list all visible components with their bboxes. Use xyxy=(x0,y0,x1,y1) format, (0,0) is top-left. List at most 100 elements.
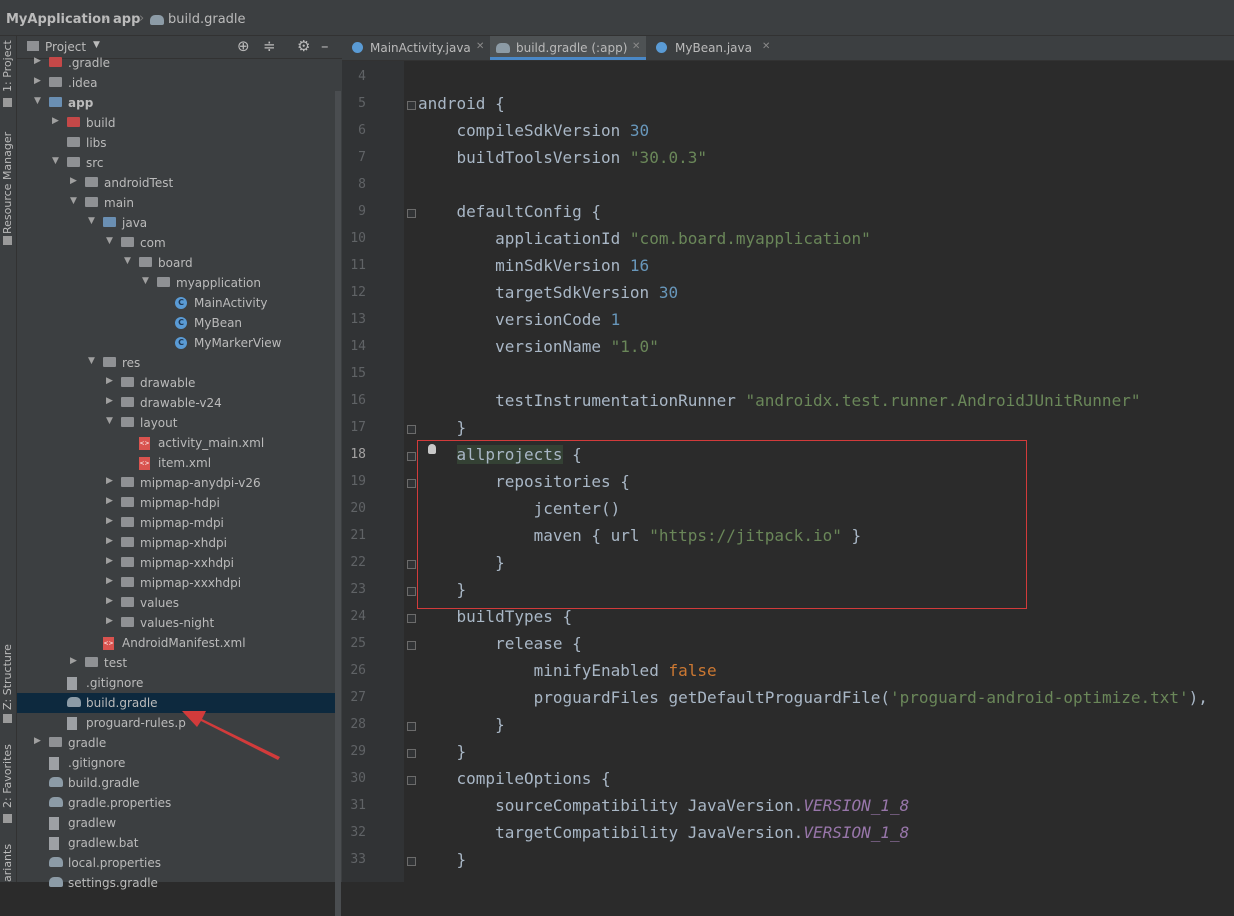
chevron-down-icon[interactable]: ▼ xyxy=(124,256,131,266)
tree-item[interactable]: proguard-rules.p xyxy=(17,713,335,733)
tree-item[interactable]: ▼ myapplication xyxy=(17,273,335,293)
tree-item[interactable]: gradlew xyxy=(17,813,335,833)
tree-item[interactable]: ▶ build xyxy=(17,113,335,133)
chevron-right-icon[interactable]: ▶ xyxy=(106,516,113,526)
fold-marker-icon[interactable] xyxy=(407,479,416,488)
tree-item[interactable]: ▶ gradle xyxy=(17,733,335,753)
tree-item[interactable]: gradle.properties xyxy=(17,793,335,813)
tab-my-bean[interactable]: MyBean.java ✕ xyxy=(650,36,775,60)
chevron-down-icon[interactable]: ▼ xyxy=(106,236,113,246)
tree-item[interactable]: C MainActivity xyxy=(17,293,335,313)
tree-item[interactable]: <> AndroidManifest.xml xyxy=(17,633,335,653)
chevron-right-icon[interactable]: ▶ xyxy=(70,176,77,186)
tree-item[interactable]: ▶ mipmap-anydpi-v26 xyxy=(17,473,335,493)
tree-item[interactable]: ▶ mipmap-xxhdpi xyxy=(17,553,335,573)
chevron-right-icon[interactable]: ▶ xyxy=(106,536,113,546)
tree-item[interactable]: ▼ src xyxy=(17,153,335,173)
chevron-right-icon[interactable]: ▶ xyxy=(106,576,113,586)
tree-item[interactable]: ▶ values xyxy=(17,593,335,613)
breadcrumb-module[interactable]: app xyxy=(113,12,140,27)
chevron-down-icon[interactable]: ▼ xyxy=(106,416,113,426)
tree-item[interactable]: ▶ test xyxy=(17,653,335,673)
fold-marker-icon[interactable] xyxy=(407,452,416,461)
tree-item[interactable]: ▼ main xyxy=(17,193,335,213)
tree-item[interactable]: ▶ mipmap-xhdpi xyxy=(17,533,335,553)
tree-item[interactable]: build.gradle xyxy=(17,693,335,713)
tree-item[interactable]: C MyBean xyxy=(17,313,335,333)
fold-marker-icon[interactable] xyxy=(407,587,416,596)
breadcrumb-file[interactable]: build.gradle xyxy=(168,12,246,27)
chevron-down-icon[interactable]: ▼ xyxy=(88,216,95,226)
tree-item-label: AndroidManifest.xml xyxy=(122,636,246,650)
breadcrumb-project[interactable]: MyApplication xyxy=(6,12,110,27)
tree-item[interactable]: C MyMarkerView xyxy=(17,333,335,353)
tree-scrollbar[interactable] xyxy=(335,91,341,916)
fold-marker-icon[interactable] xyxy=(407,857,416,866)
tree-item[interactable]: build.gradle xyxy=(17,773,335,793)
lightbulb-icon[interactable] xyxy=(428,444,436,454)
tree-item[interactable]: libs xyxy=(17,133,335,153)
chevron-right-icon[interactable]: ▶ xyxy=(106,556,113,566)
tree-item[interactable]: ▼ java xyxy=(17,213,335,233)
tree-item[interactable]: settings.gradle xyxy=(17,873,335,893)
fold-marker-icon[interactable] xyxy=(407,425,416,434)
tree-item[interactable]: ▼ board xyxy=(17,253,335,273)
chevron-right-icon[interactable]: ▶ xyxy=(106,616,113,626)
chevron-right-icon[interactable]: ▶ xyxy=(106,376,113,386)
chevron-down-icon[interactable]: ▼ xyxy=(34,96,41,106)
tool-window-favorites[interactable]: 2: Favorites xyxy=(0,744,16,808)
tree-item[interactable]: ▶ mipmap-xxxhdpi xyxy=(17,573,335,593)
tree-item-label: build.gradle xyxy=(68,776,140,790)
fold-marker-icon[interactable] xyxy=(407,209,416,218)
fold-marker-icon[interactable] xyxy=(407,749,416,758)
tree-item[interactable]: ▶ androidTest xyxy=(17,173,335,193)
chevron-down-icon[interactable]: ▼ xyxy=(93,40,100,50)
tree-item[interactable]: ▶ values-night xyxy=(17,613,335,633)
tree-item[interactable]: .gitignore xyxy=(17,753,335,773)
chevron-right-icon[interactable]: ▶ xyxy=(34,736,41,746)
tree-item[interactable]: ▼ app xyxy=(17,93,335,113)
tool-window-resource-manager[interactable]: Resource Manager xyxy=(0,132,16,234)
chevron-right-icon[interactable]: ▶ xyxy=(106,496,113,506)
tree-item[interactable]: ▶ drawable xyxy=(17,373,335,393)
tree-item[interactable]: <> activity_main.xml xyxy=(17,433,335,453)
close-icon[interactable]: ✕ xyxy=(762,41,770,52)
fold-marker-icon[interactable] xyxy=(407,614,416,623)
chevron-right-icon[interactable]: ▶ xyxy=(34,56,41,66)
chevron-down-icon[interactable]: ▼ xyxy=(142,276,149,286)
fold-marker-icon[interactable] xyxy=(407,722,416,731)
chevron-right-icon[interactable]: ▶ xyxy=(106,596,113,606)
tool-window-structure[interactable]: Z: Structure xyxy=(0,644,16,710)
tree-item[interactable]: ▶ mipmap-hdpi xyxy=(17,493,335,513)
tree-item[interactable]: gradlew.bat xyxy=(17,833,335,853)
fold-marker-icon[interactable] xyxy=(407,776,416,785)
tree-item[interactable]: ▶ .idea xyxy=(17,73,335,93)
chevron-down-icon[interactable]: ▼ xyxy=(70,196,77,206)
close-icon[interactable]: ✕ xyxy=(476,41,484,52)
chevron-down-icon[interactable]: ▼ xyxy=(52,156,59,166)
tool-window-build-variants[interactable]: ariants xyxy=(0,841,16,882)
chevron-right-icon[interactable]: ▶ xyxy=(106,476,113,486)
fold-marker-icon[interactable] xyxy=(407,560,416,569)
close-icon[interactable]: ✕ xyxy=(632,41,640,52)
fold-marker-icon[interactable] xyxy=(407,101,416,110)
tree-item[interactable]: ▼ res xyxy=(17,353,335,373)
tree-item[interactable]: <> item.xml xyxy=(17,453,335,473)
chevron-right-icon[interactable]: ▶ xyxy=(34,76,41,86)
fold-marker-icon[interactable] xyxy=(407,641,416,650)
tree-item[interactable]: ▼ com xyxy=(17,233,335,253)
chevron-right-icon[interactable]: ▶ xyxy=(52,116,59,126)
chevron-down-icon[interactable]: ▼ xyxy=(88,356,95,366)
tree-item[interactable]: .gitignore xyxy=(17,673,335,693)
chevron-right-icon[interactable]: ▶ xyxy=(106,396,113,406)
chevron-right-icon[interactable]: ▶ xyxy=(70,656,77,666)
tree-item[interactable]: ▶ mipmap-mdpi xyxy=(17,513,335,533)
project-view-selector[interactable]: Project xyxy=(45,40,86,54)
tree-item[interactable]: local.properties xyxy=(17,853,335,873)
tab-build-gradle[interactable]: build.gradle (:app) ✕ xyxy=(490,36,646,60)
tool-window-project[interactable]: 1: Project xyxy=(0,36,16,92)
tree-item[interactable]: ▶ drawable-v24 xyxy=(17,393,335,413)
tree-item[interactable]: ▶ .gradle xyxy=(17,53,335,73)
tree-item[interactable]: ▼ layout xyxy=(17,413,335,433)
tab-main-activity[interactable]: MainActivity.java ✕ xyxy=(348,36,488,60)
